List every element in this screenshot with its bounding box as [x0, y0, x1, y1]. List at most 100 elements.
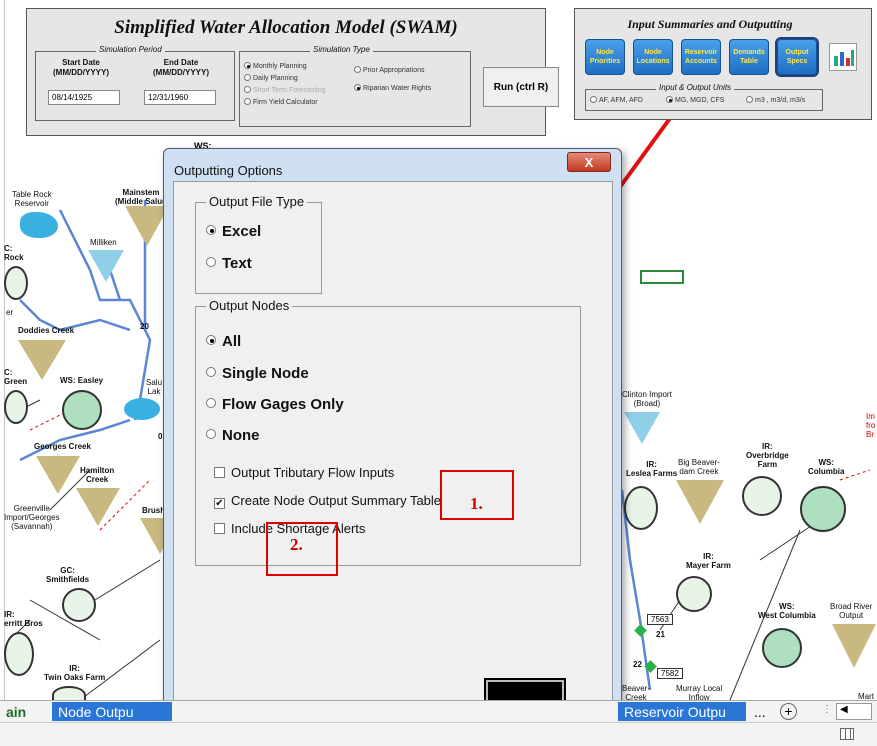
checkbox-icon — [214, 523, 225, 534]
leslea-node-icon — [624, 486, 658, 530]
salu-label: Salu Lak — [146, 378, 163, 396]
mainstem-label: Mainstem (Middle Salud — [115, 188, 167, 206]
doddies-creek-label: Doddies Creek — [18, 326, 75, 335]
smithfields-label: GC: Smithfields — [46, 566, 90, 584]
radio-short-term-forecasting[interactable]: Short Term Forecasting — [244, 86, 326, 94]
radio-flow-gages-only[interactable]: Flow Gages Only — [206, 396, 344, 413]
chart-icon[interactable] — [829, 43, 857, 71]
end-date-input[interactable]: 12/31/1960 — [144, 90, 216, 105]
tab-more[interactable]: ... — [748, 702, 772, 721]
run-button[interactable]: Run (ctrl R) — [483, 67, 559, 107]
georges-node-icon — [36, 456, 80, 494]
node-priorities-button[interactable]: Node Priorities — [585, 39, 625, 75]
simulation-period-group: Simulation Period Start Date (MM/DD/YYYY… — [35, 45, 235, 121]
smithfields-node-icon — [62, 588, 96, 622]
table-rock-label: Table Rock Reservoir — [12, 190, 52, 208]
big-beaverdam-label: Big Beaver- dam Creek — [678, 458, 720, 476]
mayer-node-icon — [676, 576, 712, 612]
units-legend: Input & Output Units — [656, 83, 735, 92]
add-sheet-icon[interactable]: + — [780, 703, 797, 720]
green-label: C: Green — [4, 368, 28, 386]
radio-all[interactable]: All — [206, 333, 241, 350]
radio-icon — [206, 398, 216, 408]
river-number-0: 0 — [158, 432, 163, 441]
start-date-input[interactable]: 08/14/1925 — [48, 90, 120, 105]
r-label: er — [6, 308, 14, 317]
tab-node-output[interactable]: Node Outpu — [52, 702, 172, 721]
radio-units-mg[interactable]: MG, MGD, CFS — [666, 96, 724, 104]
selected-cell[interactable] — [640, 270, 684, 284]
node-locations-button[interactable]: Node Locations — [633, 39, 673, 75]
checkbox-create-node-output-summary-table[interactable]: ✔ Create Node Output Summary Table — [214, 493, 441, 509]
saluda-lake-icon — [124, 398, 160, 420]
radio-monthly-planning[interactable]: Monthly Planning — [244, 62, 307, 70]
dialog-title: Outputting Options — [174, 163, 283, 178]
west-columbia-node-icon — [762, 628, 802, 668]
node-number-21: 21 — [656, 630, 665, 639]
node-number-22: 22 — [633, 660, 642, 669]
checkmark-icon: ✔ — [214, 498, 225, 509]
river-number-20: 20 — [140, 322, 149, 331]
annotation-label-1: 1. — [470, 494, 483, 513]
leslea-farms-label: IR: Leslea Farms — [626, 460, 678, 478]
radio-icon — [206, 335, 216, 345]
normal-view-icon[interactable] — [840, 728, 854, 740]
annotation-label-2: 2. — [290, 535, 303, 554]
status-bar — [0, 722, 877, 746]
radio-icon — [206, 257, 216, 267]
output-nodes-frame: Output Nodes All Single Node Flow Gages … — [195, 298, 581, 566]
radio-prior-appropriations[interactable]: Prior Appropriations — [354, 66, 424, 74]
tab-main[interactable]: ain — [0, 702, 32, 721]
scroll-left-icon[interactable]: ◀ — [836, 703, 872, 720]
clinton-node-icon — [624, 412, 660, 444]
output-file-type-frame: Output File Type Excel Text — [195, 194, 322, 294]
rock-node-icon — [4, 266, 28, 300]
gage-7563: 7563 — [647, 614, 673, 625]
milliken-label: Milliken — [90, 238, 117, 247]
radio-single-node[interactable]: Single Node — [206, 365, 309, 382]
radio-icon — [206, 367, 216, 377]
swam-panel: Simplified Water Allocation Model (SWAM)… — [26, 8, 559, 136]
broad-river-node-icon — [832, 624, 876, 668]
merritt-node-icon — [4, 632, 34, 676]
big-beaverdam-node-icon — [676, 480, 724, 524]
simulation-period-legend: Simulation Period — [96, 45, 165, 54]
radio-none[interactable]: None — [206, 427, 260, 444]
radio-text[interactable]: Text — [206, 255, 252, 272]
west-columbia-label: WS: West Columbia — [758, 602, 816, 620]
brush-label: Brush — [142, 506, 166, 515]
start-date-label: Start Date (MM/DD/YYYY) — [53, 58, 109, 77]
dialog-body: Output File Type Excel Text Output Nodes… — [173, 181, 613, 742]
input-summaries-panel: Input Summaries and Outputting Node Prio… — [574, 8, 872, 120]
radio-riparian-water-rights[interactable]: Riparian Water Rights — [354, 84, 431, 92]
close-button[interactable]: X — [567, 152, 611, 172]
checkbox-output-tributary-flow-inputs[interactable]: Output Tributary Flow Inputs — [214, 465, 394, 480]
radio-icon — [206, 225, 216, 235]
demands-table-button[interactable]: Demands Table — [729, 39, 769, 75]
hamilton-creek-label: Hamilton Creek — [80, 466, 115, 484]
outputting-options-dialog: Outputting Options X Output File Type Ex… — [163, 148, 622, 742]
more-options-icon[interactable]: ⋮ — [822, 704, 832, 715]
rock-label: C: Rock — [4, 244, 24, 262]
output-file-type-legend: Output File Type — [206, 194, 308, 209]
table-rock-reservoir-icon — [20, 212, 58, 238]
clinton-import-label: Clinton Import (Broad) — [622, 390, 672, 408]
tab-reservoir-output[interactable]: Reservoir Outpu — [618, 702, 746, 721]
radio-firm-yield-calculator[interactable]: Firm Yield Calculator — [244, 98, 318, 106]
radio-excel[interactable]: Excel — [206, 223, 261, 240]
mayer-farm-label: IR: Mayer Farm — [686, 552, 731, 570]
twin-oaks-label: IR: Twin Oaks Farm — [44, 664, 106, 682]
gage-7582: 7582 — [657, 668, 683, 679]
radio-units-m3[interactable]: m3 , m3/d, m3/s — [746, 96, 805, 104]
greenville-import-label: Greenville Import/Georges (Savannah) — [4, 504, 60, 531]
swam-title: Simplified Water Allocation Model (SWAM) — [114, 17, 458, 38]
output-nodes-legend: Output Nodes — [206, 298, 293, 313]
radio-units-af[interactable]: AF, AFM, AFD — [590, 96, 643, 104]
output-specs-button[interactable]: Output Specs — [775, 37, 819, 77]
input-summaries-title: Input Summaries and Outputting — [627, 17, 793, 31]
reservoir-accounts-button[interactable]: Reservoir Accounts — [681, 39, 721, 75]
units-group: Input & Output Units AF, AFM, AFD MG, MG… — [585, 83, 823, 111]
checkbox-icon — [214, 467, 225, 478]
overbridge-node-icon — [742, 476, 782, 516]
radio-daily-planning[interactable]: Daily Planning — [244, 74, 298, 82]
